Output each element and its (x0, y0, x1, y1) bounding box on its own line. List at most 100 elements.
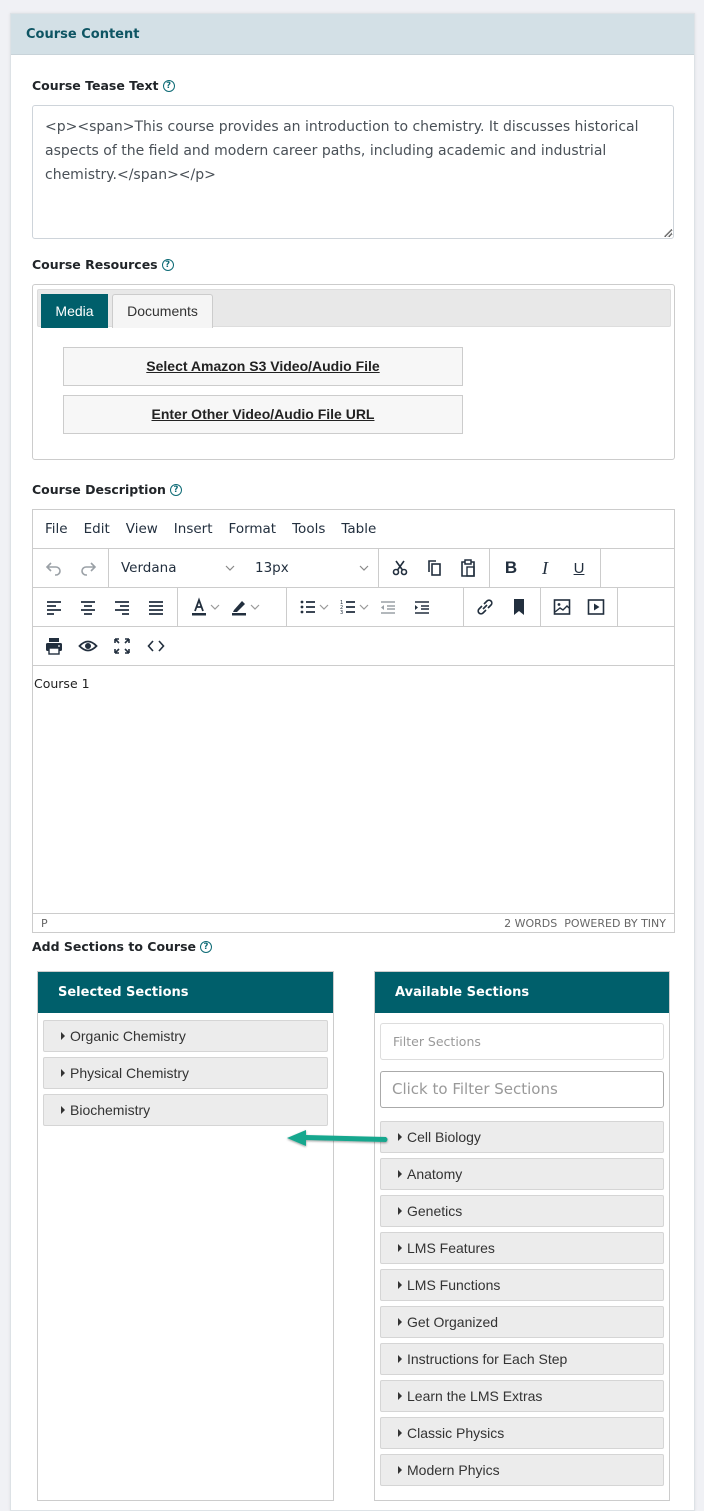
align-left-icon[interactable] (37, 592, 71, 622)
link-icon[interactable] (468, 592, 502, 622)
caret-right-icon (398, 1281, 402, 1289)
section-item[interactable]: Anatomy (380, 1158, 664, 1190)
caret-right-icon (398, 1392, 402, 1400)
available-sections-title: Available Sections (375, 972, 669, 1013)
menu-tools[interactable]: Tools (292, 521, 325, 537)
section-item-label: Physical Chemistry (70, 1065, 190, 1081)
tease-label: Course Tease Text ? (32, 78, 175, 93)
help-icon[interactable]: ? (162, 79, 175, 92)
menu-file[interactable]: File (45, 521, 68, 537)
section-item[interactable]: Classic Physics (380, 1417, 664, 1449)
align-center-icon[interactable] (71, 592, 105, 622)
paste-icon[interactable] (451, 553, 485, 583)
align-right-icon[interactable] (105, 592, 139, 622)
bold-icon[interactable]: B (494, 553, 528, 583)
tease-value: <p><span>This course provides an introdu… (45, 119, 639, 183)
format-group: B I U (490, 549, 601, 587)
section-item[interactable]: Biochemistry (43, 1094, 328, 1126)
selected-sections-panel: Selected Sections Organic Chemistry Physi… (37, 971, 334, 1501)
status-right: 2 WORDS POWERED BY TINY (504, 917, 666, 930)
sections-label-text: Add Sections to Course (32, 939, 197, 954)
section-item[interactable]: Learn the LMS Extras (380, 1380, 664, 1412)
element-path[interactable]: P (41, 917, 48, 930)
resources-panel: Media Documents Select Amazon S3 Video/A… (32, 284, 675, 460)
caret-right-icon (61, 1032, 65, 1040)
help-icon[interactable]: ? (161, 258, 174, 271)
section-item[interactable]: Physical Chemistry (43, 1057, 328, 1089)
view-group (37, 631, 173, 661)
caret-right-icon (61, 1069, 65, 1077)
link-group (464, 588, 541, 626)
section-item-label: LMS Functions (407, 1277, 501, 1293)
color-group (178, 588, 287, 626)
tab-media[interactable]: Media (41, 294, 108, 328)
preview-icon[interactable] (71, 631, 105, 661)
section-item[interactable]: Organic Chemistry (43, 1020, 328, 1052)
copy-icon[interactable] (417, 553, 451, 583)
chevron-down-icon[interactable] (319, 592, 329, 622)
chevron-down-icon[interactable] (359, 592, 369, 622)
section-item[interactable]: Genetics (380, 1195, 664, 1227)
font-size-value: 13px (255, 560, 289, 576)
menu-insert[interactable]: Insert (174, 521, 213, 537)
indent-icon[interactable] (405, 592, 439, 622)
resources-label: Course Resources ? (32, 257, 174, 272)
selected-sections-title: Selected Sections (38, 972, 333, 1013)
print-icon[interactable] (37, 631, 71, 661)
align-justify-icon[interactable] (139, 592, 173, 622)
bookmark-icon[interactable] (502, 592, 536, 622)
tease-textarea[interactable]: <p><span>This course provides an introdu… (32, 105, 674, 239)
underline-icon[interactable]: U (562, 553, 596, 583)
source-code-icon[interactable] (139, 631, 173, 661)
menu-table[interactable]: Table (341, 521, 376, 537)
image-icon[interactable] (545, 592, 579, 622)
select-s3-file-button[interactable]: Select Amazon S3 Video/Audio File (63, 347, 463, 386)
help-icon[interactable]: ? (200, 940, 213, 953)
powered-by-link[interactable]: POWERED BY TINY (564, 917, 666, 930)
section-item[interactable]: LMS Features (380, 1232, 664, 1264)
section-item[interactable]: Cell Biology (380, 1121, 664, 1153)
help-icon[interactable]: ? (169, 483, 182, 496)
caret-right-icon (398, 1207, 402, 1215)
section-item[interactable]: Instructions for Each Step (380, 1343, 664, 1375)
section-item-label: Learn the LMS Extras (407, 1388, 543, 1404)
caret-right-icon (398, 1170, 402, 1178)
undo-icon[interactable] (37, 553, 71, 583)
card-title: Course Content (26, 27, 140, 42)
caret-right-icon (398, 1466, 402, 1474)
clipboard-group (379, 549, 490, 587)
resize-handle-icon[interactable] (664, 229, 672, 237)
chevron-down-icon[interactable] (250, 592, 260, 622)
font-size-select[interactable]: 13px (243, 553, 377, 583)
menu-format[interactable]: Format (229, 521, 277, 537)
caret-right-icon (398, 1355, 402, 1363)
card-header: Course Content (11, 14, 694, 55)
tab-documents[interactable]: Documents (112, 294, 213, 328)
filter-sections-input[interactable]: Filter Sections (380, 1023, 664, 1060)
menu-view[interactable]: View (126, 521, 158, 537)
section-item[interactable]: Get Organized (380, 1306, 664, 1338)
menu-edit[interactable]: Edit (84, 521, 110, 537)
media-icon[interactable] (579, 592, 613, 622)
fullscreen-icon[interactable] (105, 631, 139, 661)
section-item[interactable]: Modern Phyics (380, 1454, 664, 1486)
section-item-label: Cell Biology (407, 1129, 481, 1145)
editor-content-area[interactable]: Course 1 (33, 667, 674, 914)
cut-icon[interactable] (383, 553, 417, 583)
media-group (541, 588, 618, 626)
caret-right-icon (398, 1318, 402, 1326)
available-sections-panel: Available Sections Filter Sections Click… (374, 971, 670, 1501)
align-group (37, 588, 178, 626)
chevron-down-icon[interactable] (210, 592, 220, 622)
font-family-select[interactable]: Verdana (109, 553, 243, 583)
click-filter-sections-input[interactable]: Click to Filter Sections (380, 1071, 664, 1108)
enter-file-url-button[interactable]: Enter Other Video/Audio File URL (63, 395, 463, 434)
outdent-icon[interactable] (371, 592, 405, 622)
font-family-value: Verdana (121, 560, 177, 576)
toolbar-row-1: Verdana 13px B I U (33, 549, 674, 588)
redo-icon[interactable] (71, 553, 105, 583)
italic-icon[interactable]: I (528, 553, 562, 583)
chevron-down-icon (359, 565, 369, 571)
section-item[interactable]: LMS Functions (380, 1269, 664, 1301)
section-item-label: Get Organized (407, 1314, 499, 1330)
